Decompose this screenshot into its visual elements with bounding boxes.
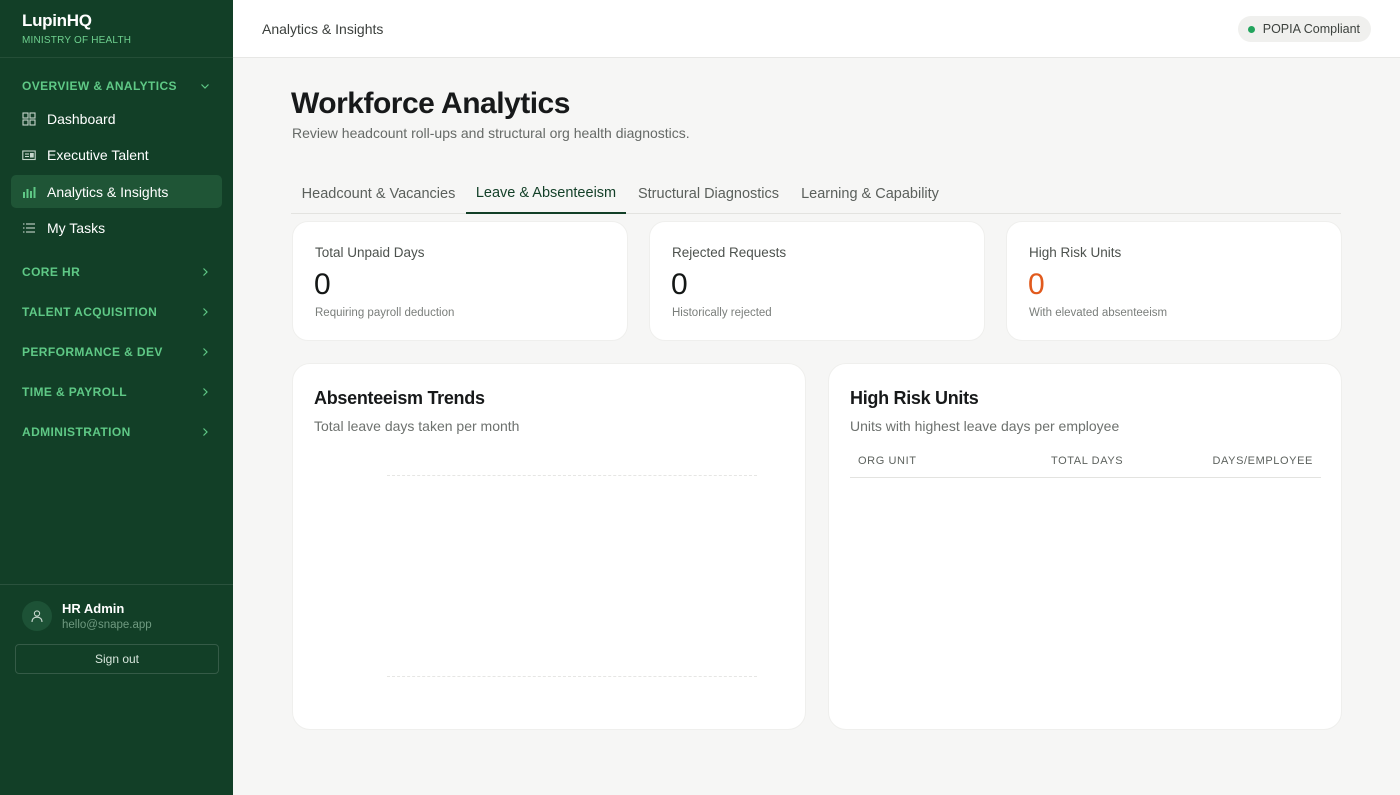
chevron-right-icon [198, 265, 212, 279]
stat-value: 0 [314, 268, 331, 301]
tab-leave-absenteeism[interactable]: Leave & Absenteeism [466, 173, 626, 214]
stat-value: 0 [671, 268, 688, 301]
section-overview-analytics[interactable]: OVERVIEW & ANALYTICS [22, 76, 212, 96]
chart-gridline [387, 475, 757, 476]
stat-card-total-unpaid-days: Total Unpaid Days 0 Requiring payroll de… [292, 221, 628, 341]
sidebar-item-analytics-insights[interactable]: Analytics & Insights [11, 175, 222, 208]
divider [0, 57, 233, 58]
column-header-org-unit[interactable]: ORG UNIT [858, 455, 917, 467]
sidebar-item-executive-talent[interactable]: Executive Talent [11, 138, 222, 171]
panel-subtitle: Units with highest leave days per employ… [850, 418, 1120, 434]
compliance-badge: POPIA Compliant [1237, 16, 1371, 42]
sidebar: LupinHQ MINISTRY OF HEALTH OVERVIEW & AN… [0, 0, 233, 795]
chevron-right-icon [198, 385, 212, 399]
user-name: HR Admin [62, 601, 125, 616]
stat-label: Rejected Requests [672, 245, 787, 260]
user-icon [31, 610, 43, 623]
stat-label: Total Unpaid Days [315, 245, 425, 260]
sidebar-item-label: Executive Talent [47, 146, 149, 163]
stat-card-high-risk-units: High Risk Units 0 With elevated absentee… [1006, 221, 1342, 341]
tab-structural-diagnostics[interactable]: Structural Diagnostics [626, 173, 791, 214]
section-label: CORE HR [22, 265, 81, 279]
page-subtitle: Review headcount roll-ups and structural… [292, 125, 690, 141]
list-icon [22, 221, 36, 235]
section-label: ADMINISTRATION [22, 425, 131, 439]
chart-gridline [387, 676, 757, 677]
brand-name: LupinHQ [22, 11, 92, 30]
stat-note: Requiring payroll deduction [315, 307, 455, 319]
chevron-right-icon [198, 305, 212, 319]
section-time-payroll[interactable]: TIME & PAYROLL [22, 382, 212, 402]
stat-value: 0 [1028, 268, 1045, 301]
sign-out-button[interactable]: Sign out [15, 644, 219, 674]
absenteeism-chart [383, 472, 763, 682]
stat-note: With elevated absenteeism [1029, 307, 1168, 319]
status-dot-icon [1247, 25, 1255, 33]
brand-subtitle: MINISTRY OF HEALTH [22, 35, 132, 46]
absenteeism-trends-panel: Absenteeism Trends Total leave days take… [292, 363, 806, 730]
high-risk-units-panel: High Risk Units Units with highest leave… [828, 363, 1342, 730]
panel-title: High Risk Units [850, 388, 979, 408]
brand[interactable]: LupinHQ MINISTRY OF HEALTH [22, 11, 131, 46]
section-talent-acquisition[interactable]: TALENT ACQUISITION [22, 302, 212, 322]
section-label: TALENT ACQUISITION [22, 305, 158, 319]
section-performance-dev[interactable]: PERFORMANCE & DEV [22, 342, 212, 362]
grid-icon [22, 111, 36, 126]
section-label: TIME & PAYROLL [22, 385, 127, 399]
sidebar-item-label: Analytics & Insights [47, 183, 169, 200]
chevron-right-icon [198, 345, 212, 359]
table-header: ORG UNIT TOTAL DAYS DAYS/EMPLOYEE [850, 446, 1321, 478]
chevron-right-icon [198, 425, 212, 439]
tab-headcount-vacancies[interactable]: Headcount & Vacancies [291, 173, 466, 214]
tab-learning-capability[interactable]: Learning & Capability [791, 173, 949, 214]
id-card-icon [22, 148, 36, 162]
user-email: hello@snape.app [62, 619, 152, 631]
panel-subtitle: Total leave days taken per month [314, 418, 520, 434]
stat-label: High Risk Units [1029, 245, 1122, 260]
column-header-total-days[interactable]: TOTAL DAYS [1051, 455, 1123, 467]
stat-note: Historically rejected [672, 307, 772, 319]
section-label: OVERVIEW & ANALYTICS [22, 79, 177, 93]
sidebar-item-dashboard[interactable]: Dashboard [11, 102, 222, 135]
section-core-hr[interactable]: CORE HR [22, 262, 212, 282]
top-bar: Analytics & Insights POPIA Compliant [233, 0, 1400, 58]
chevron-down-icon [198, 79, 212, 93]
divider [0, 584, 233, 585]
panel-title: Absenteeism Trends [314, 388, 485, 408]
sidebar-item-label: My Tasks [47, 219, 106, 236]
column-header-days-per-employee[interactable]: DAYS/EMPLOYEE [1212, 455, 1313, 467]
page-title: Workforce Analytics [291, 87, 570, 120]
tab-bar: Headcount & Vacancies Leave & Absenteeis… [291, 173, 1341, 214]
sidebar-item-label: Dashboard [47, 110, 116, 127]
breadcrumb: Analytics & Insights [262, 21, 384, 37]
section-label: PERFORMANCE & DEV [22, 345, 163, 359]
bar-chart-icon [22, 185, 36, 199]
badge-label: POPIA Compliant [1262, 22, 1360, 36]
section-administration[interactable]: ADMINISTRATION [22, 422, 212, 442]
avatar[interactable] [22, 601, 52, 631]
stat-card-rejected-requests: Rejected Requests 0 Historically rejecte… [649, 221, 985, 341]
sidebar-item-my-tasks[interactable]: My Tasks [11, 211, 222, 244]
